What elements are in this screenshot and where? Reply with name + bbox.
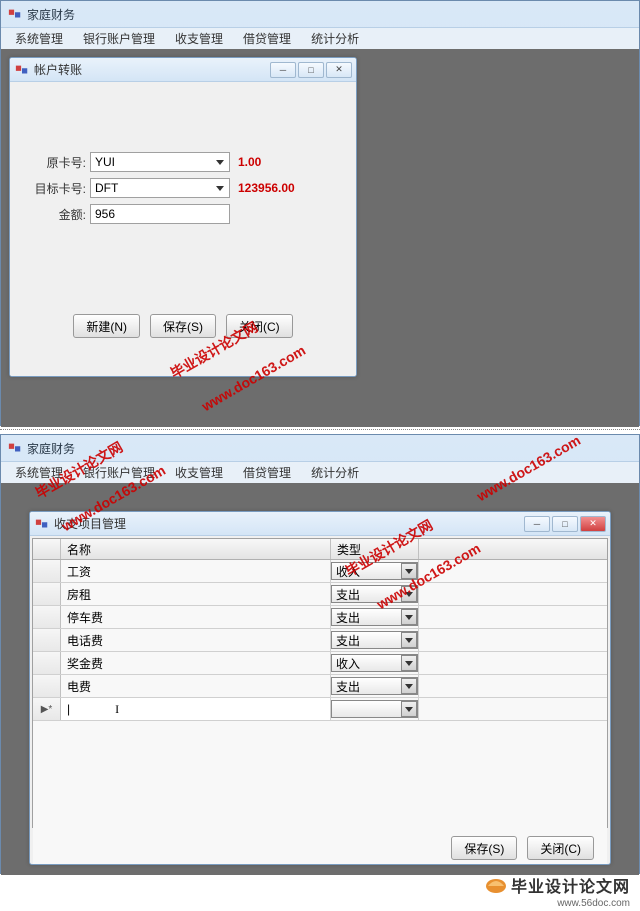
footer-domain: www.56doc.com	[557, 898, 630, 909]
name-cell[interactable]: 工资	[61, 560, 331, 582]
maximize-button[interactable]: □	[552, 516, 578, 532]
close-button-form[interactable]: 关闭(C)	[226, 314, 293, 338]
footer-text: 毕业设计论文网	[511, 873, 630, 897]
table-row[interactable]: 工资收入	[33, 560, 607, 583]
name-cell[interactable]: 电话费	[61, 629, 331, 651]
dropdown-icon	[401, 655, 417, 671]
transfer-titlebar[interactable]: 帐户转账 ─ □ ✕	[10, 58, 356, 82]
table-row[interactable]: 房租支出	[33, 583, 607, 606]
main-window-1: 家庭财务 系统管理 银行账户管理 收支管理 借贷管理 统计分析 帐户转账 ─ □…	[0, 0, 640, 426]
category-window: 收支项目管理 ─ □ ✕ 名称 类型 工资收入房租支出停车费支出电话费支出奖金费…	[29, 511, 611, 865]
new-row[interactable]: ▶* |I	[33, 698, 607, 721]
amount-label: 金额:	[20, 206, 90, 223]
type-cell[interactable]: 支出	[331, 583, 419, 605]
menu-bank-account[interactable]: 银行账户管理	[73, 28, 165, 49]
row-selector[interactable]	[33, 629, 61, 651]
mdi-area-1: 帐户转账 ─ □ ✕ 原卡号: YUI 1.00 目标卡号:	[1, 49, 639, 427]
amount-input[interactable]: 956	[90, 204, 230, 224]
app-title-1: 家庭财务	[27, 6, 75, 23]
titlebar-2[interactable]: 家庭财务	[1, 435, 639, 461]
app-title-2: 家庭财务	[27, 440, 75, 457]
menu-statistics[interactable]: 统计分析	[301, 28, 369, 49]
new-row-type-cell[interactable]	[331, 698, 419, 720]
menu-loan[interactable]: 借贷管理	[233, 28, 301, 49]
row-selector[interactable]	[33, 583, 61, 605]
dropdown-icon	[213, 181, 227, 195]
footer-logo: 毕业设计论文网	[485, 873, 630, 897]
dropdown-icon	[401, 678, 417, 694]
table-row[interactable]: 奖金费收入	[33, 652, 607, 675]
child-icon	[14, 62, 30, 78]
menu-system[interactable]: 系统管理	[5, 462, 73, 483]
menu-loan[interactable]: 借贷管理	[233, 462, 301, 483]
amount-value: 956	[95, 207, 115, 221]
dropdown-icon	[401, 586, 417, 602]
name-cell[interactable]: 停车费	[61, 606, 331, 628]
table-row[interactable]: 电费支出	[33, 675, 607, 698]
menubar-1: 系统管理 银行账户管理 收支管理 借贷管理 统计分析	[1, 27, 639, 49]
from-card-combo[interactable]: YUI	[90, 152, 230, 172]
titlebar-1[interactable]: 家庭财务	[1, 1, 639, 27]
footer-logo-icon	[485, 876, 507, 894]
save-button[interactable]: 保存(S)	[451, 836, 517, 860]
maximize-button[interactable]: □	[298, 62, 324, 78]
menubar-2: 系统管理 银行账户管理 收支管理 借贷管理 统计分析	[1, 461, 639, 483]
to-card-combo[interactable]: DFT	[90, 178, 230, 198]
table-row[interactable]: 停车费支出	[33, 606, 607, 629]
transfer-title: 帐户转账	[34, 61, 270, 78]
type-cell[interactable]: 收入	[331, 560, 419, 582]
to-card-value: DFT	[95, 181, 118, 195]
name-cell[interactable]: 奖金费	[61, 652, 331, 674]
category-grid[interactable]: 名称 类型 工资收入房租支出停车费支出电话费支出奖金费收入电费支出 ▶* |I	[32, 538, 608, 828]
type-cell[interactable]: 支出	[331, 675, 419, 697]
save-button[interactable]: 保存(S)	[150, 314, 216, 338]
row-selector[interactable]	[33, 560, 61, 582]
name-cell[interactable]: 电费	[61, 675, 331, 697]
category-title: 收支项目管理	[54, 515, 524, 532]
grid-header: 名称 类型	[33, 539, 607, 560]
child-icon	[34, 516, 50, 532]
separator	[0, 429, 640, 430]
from-card-label: 原卡号:	[20, 154, 90, 171]
type-cell[interactable]: 支出	[331, 629, 419, 651]
menu-income-expense[interactable]: 收支管理	[165, 28, 233, 49]
transfer-window: 帐户转账 ─ □ ✕ 原卡号: YUI 1.00 目标卡号:	[9, 57, 357, 377]
close-button-form[interactable]: 关闭(C)	[527, 836, 594, 860]
menu-system[interactable]: 系统管理	[5, 28, 73, 49]
dropdown-icon	[401, 701, 417, 717]
app-icon	[7, 440, 23, 456]
new-row-name-cell[interactable]: |I	[61, 698, 331, 720]
minimize-button[interactable]: ─	[524, 516, 550, 532]
close-button[interactable]: ✕	[580, 516, 606, 532]
dropdown-icon	[401, 609, 417, 625]
minimize-button[interactable]: ─	[270, 62, 296, 78]
row-selector[interactable]	[33, 675, 61, 697]
from-card-value: YUI	[95, 155, 115, 169]
menu-bank-account[interactable]: 银行账户管理	[73, 462, 165, 483]
col-header-type[interactable]: 类型	[331, 539, 419, 559]
main-window-2: 家庭财务 系统管理 银行账户管理 收支管理 借贷管理 统计分析 收支项目管理 ─…	[0, 434, 640, 874]
from-balance: 1.00	[238, 155, 261, 169]
type-cell[interactable]: 收入	[331, 652, 419, 674]
close-button[interactable]: ✕	[326, 62, 352, 78]
name-cell[interactable]: 房租	[61, 583, 331, 605]
category-titlebar[interactable]: 收支项目管理 ─ □ ✕	[30, 512, 610, 536]
to-balance: 123956.00	[238, 181, 295, 195]
new-button[interactable]: 新建(N)	[73, 314, 140, 338]
dropdown-icon	[401, 632, 417, 648]
menu-statistics[interactable]: 统计分析	[301, 462, 369, 483]
to-card-label: 目标卡号:	[20, 180, 90, 197]
col-header-name[interactable]: 名称	[61, 539, 331, 559]
type-cell[interactable]: 支出	[331, 606, 419, 628]
mdi-area-2: 收支项目管理 ─ □ ✕ 名称 类型 工资收入房租支出停车费支出电话费支出奖金费…	[1, 483, 639, 875]
table-row[interactable]: 电话费支出	[33, 629, 607, 652]
row-selector[interactable]	[33, 652, 61, 674]
app-icon	[7, 6, 23, 22]
dropdown-icon	[401, 563, 417, 579]
menu-income-expense[interactable]: 收支管理	[165, 462, 233, 483]
new-row-marker: ▶*	[33, 698, 61, 720]
dropdown-icon	[213, 155, 227, 169]
row-selector[interactable]	[33, 606, 61, 628]
grid-body: 工资收入房租支出停车费支出电话费支出奖金费收入电费支出 ▶* |I	[33, 560, 607, 864]
